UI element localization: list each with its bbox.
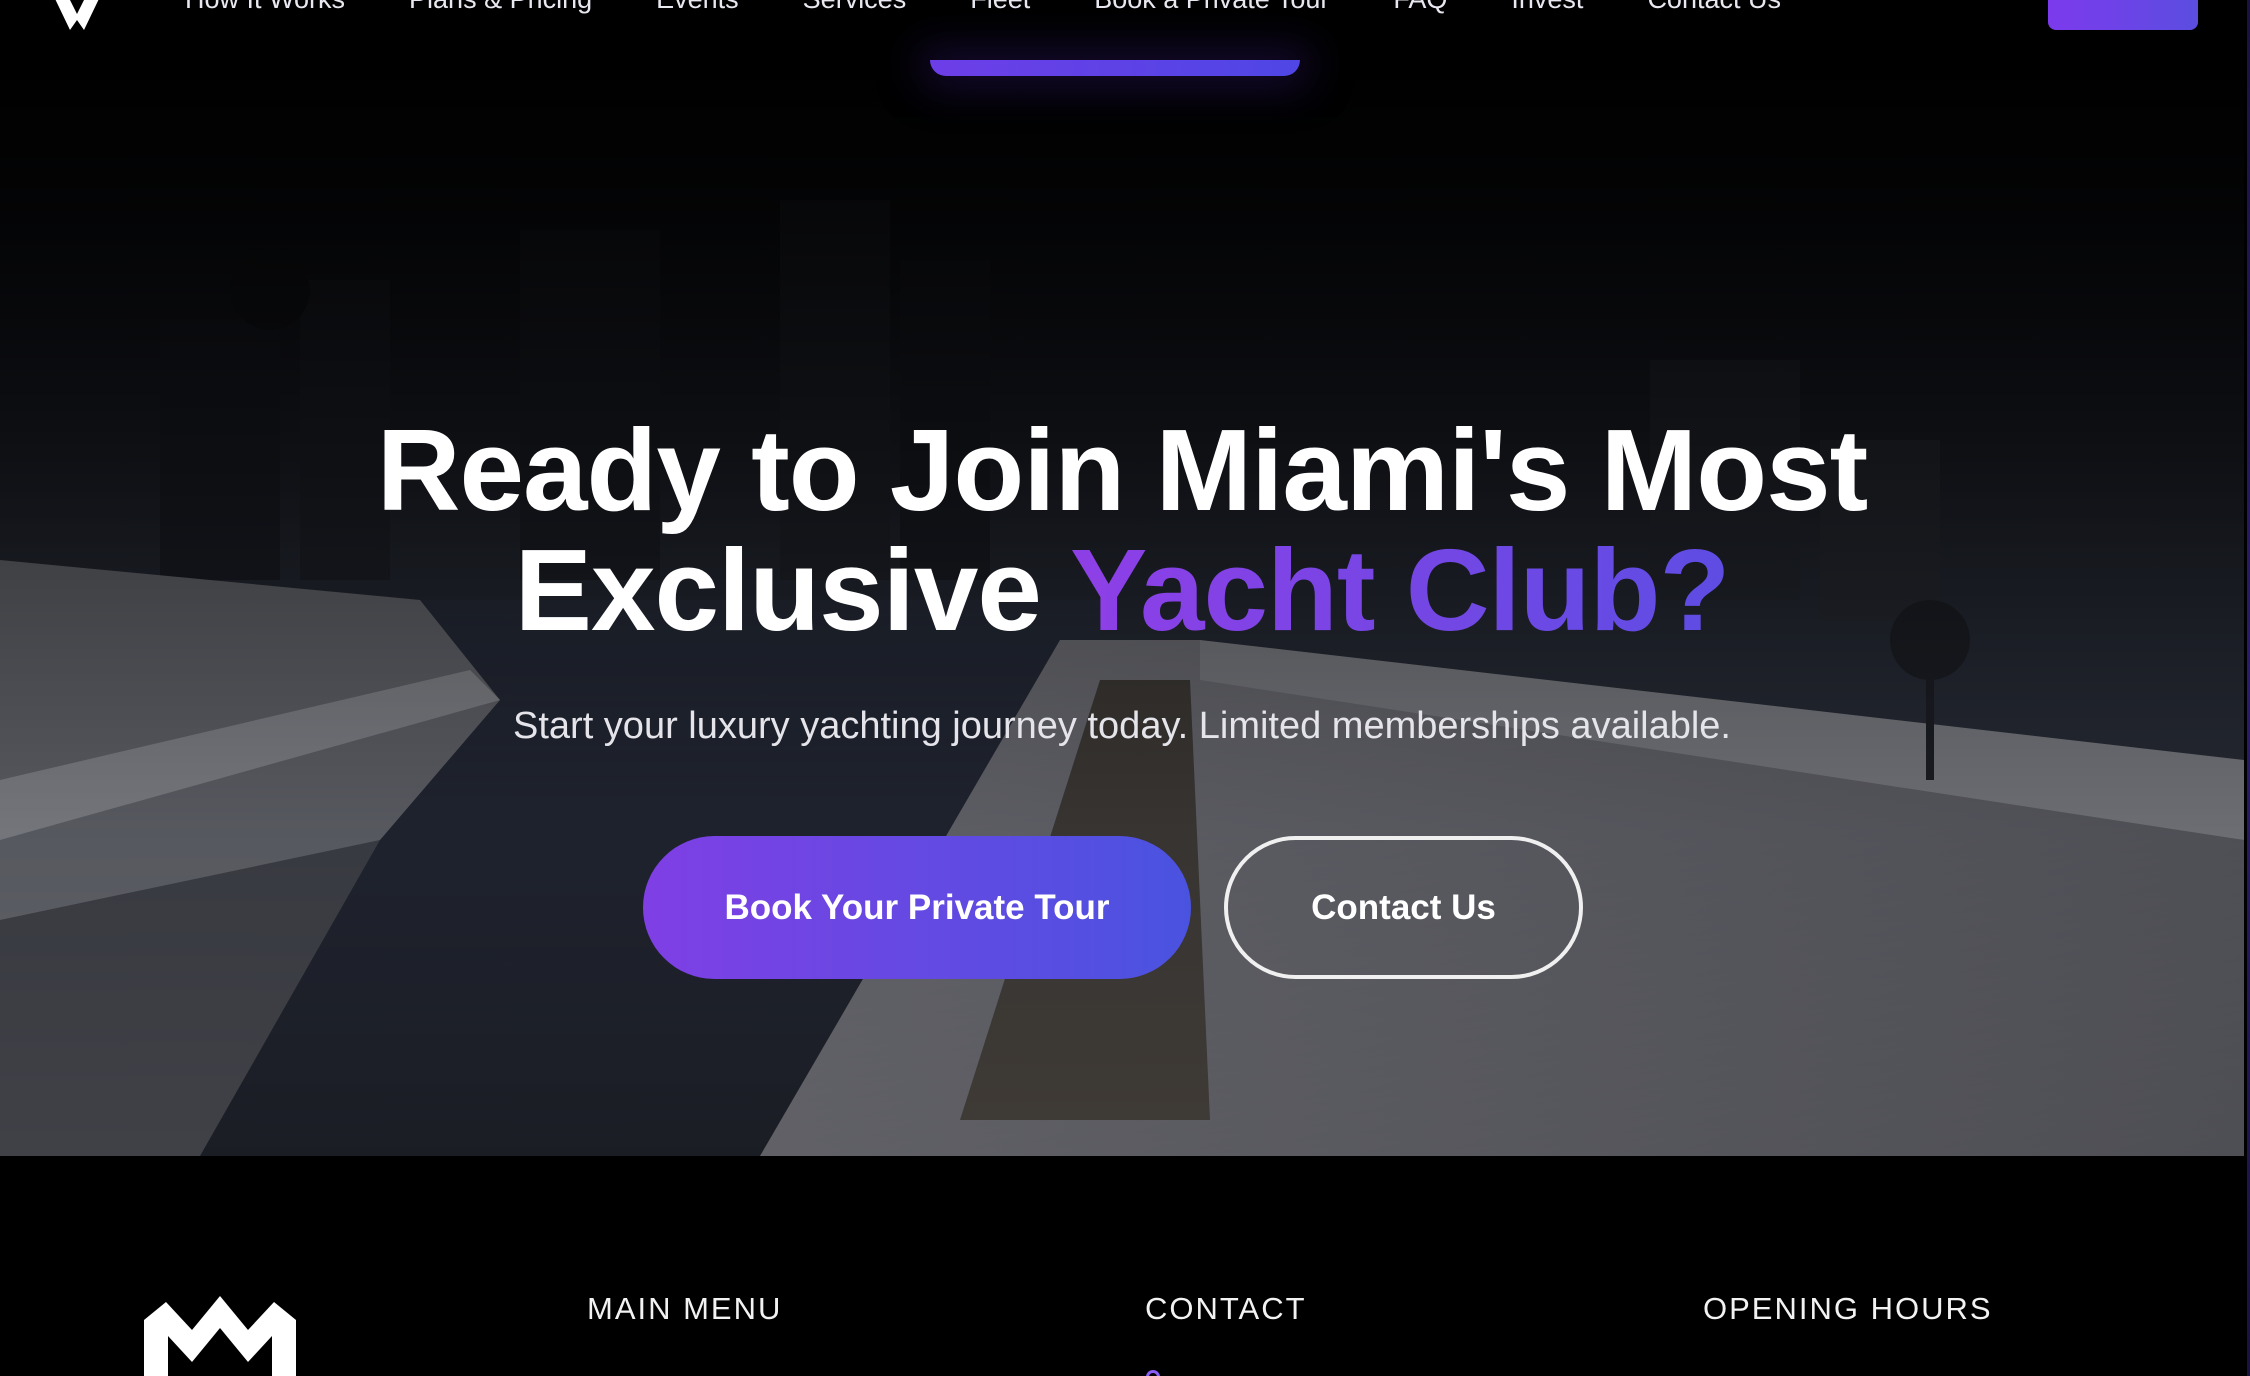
contact-us-button[interactable]: Contact Us xyxy=(1224,836,1583,979)
nav-link-plans-pricing[interactable]: Plans & Pricing xyxy=(409,0,592,15)
footer-heading-main-menu: MAIN MENU xyxy=(587,1291,783,1326)
nav-link-services[interactable]: Services xyxy=(803,0,907,15)
nav-link-events[interactable]: Events xyxy=(656,0,739,15)
hero-title-line-1: Ready to Join Miami's Most xyxy=(376,405,1869,535)
cta-hero-section: Ready to Join Miami's Most Exclusive Yac… xyxy=(0,80,2244,1156)
nav-cta-button[interactable] xyxy=(2048,0,2198,30)
nav-link-how-it-works[interactable]: How It Works xyxy=(185,0,345,15)
hero-title-line-2: Exclusive Yacht Club? xyxy=(0,530,2244,650)
footer-heading-contact: CONTACT xyxy=(1145,1291,1307,1326)
hero-subtitle: Start your luxury yachting journey today… xyxy=(513,705,1731,747)
nav-link-book-tour[interactable]: Book a Private Tour xyxy=(1094,0,1329,15)
top-navigation: How It Works Plans & Pricing Events Serv… xyxy=(0,0,2250,80)
hero-title-plain: Exclusive xyxy=(514,525,1042,655)
active-nav-indicator xyxy=(930,60,1300,76)
brand-logo-icon[interactable] xyxy=(144,1292,296,1376)
nav-links: How It Works Plans & Pricing Events Serv… xyxy=(185,0,1781,15)
nav-link-contact[interactable]: Contact Us xyxy=(1647,0,1781,15)
hero-title: Ready to Join Miami's Most Exclusive Yac… xyxy=(0,410,2244,650)
location-pin-icon xyxy=(1146,1370,1160,1376)
site-footer: MAIN MENU CONTACT OPENING HOURS xyxy=(0,1156,2244,1376)
brand-logo-icon[interactable] xyxy=(44,0,110,34)
book-private-tour-button[interactable]: Book Your Private Tour xyxy=(643,836,1191,979)
footer-heading-opening-hours: OPENING HOURS xyxy=(1703,1291,1993,1326)
nav-link-faq[interactable]: FAQ xyxy=(1393,0,1447,15)
nav-link-invest[interactable]: Invest xyxy=(1511,0,1583,15)
hero-title-accent: Yacht Club? xyxy=(1070,525,1730,655)
nav-link-fleet[interactable]: Fleet xyxy=(970,0,1030,15)
